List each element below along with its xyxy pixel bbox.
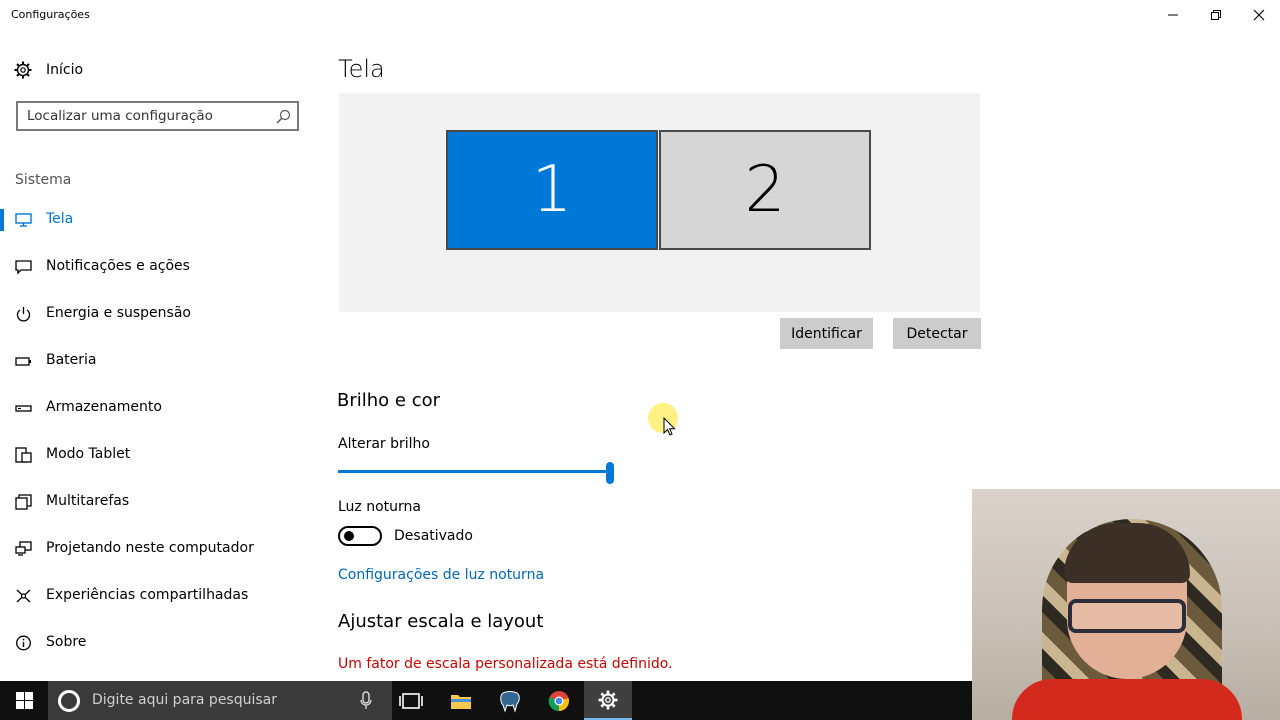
webcam-glasses (1068, 599, 1186, 633)
sidebar-item-bateria[interactable]: Bateria (0, 341, 320, 381)
elephant-app-button[interactable] (486, 681, 534, 720)
toggle-knob (344, 531, 354, 541)
sidebar-item-label: Modo Tablet (46, 446, 131, 462)
task-view-icon (399, 692, 423, 709)
cortana-icon (58, 690, 80, 712)
mouse-cursor-icon (663, 417, 676, 436)
webcam-overlay (972, 489, 1280, 720)
sidebar-item-label: Sobre (46, 634, 87, 650)
settings-taskbar-button[interactable] (584, 681, 632, 720)
sidebar-item-sobre[interactable]: Sobre (0, 623, 320, 663)
sidebar-item-projetando[interactable]: Projetando neste computador (0, 529, 320, 569)
section-label: Sistema (15, 172, 72, 188)
sidebar-item-label: Armazenamento (46, 399, 162, 415)
sidebar-item-label: Tela (46, 211, 74, 227)
sidebar-item-tela[interactable]: Tela (0, 200, 320, 240)
settings-gear-icon (598, 690, 618, 709)
detect-button[interactable]: Detectar (893, 318, 981, 349)
sidebar-item-notificacoes[interactable]: Notificações e ações (0, 247, 320, 287)
file-explorer-icon (451, 694, 471, 709)
sidebar-item-label: Experiências compartilhadas (46, 587, 249, 603)
app-title: Configurações (11, 8, 90, 21)
microphone-icon[interactable] (359, 691, 373, 711)
sidebar-item-label: Notificações e ações (46, 258, 190, 274)
chrome-icon (548, 690, 569, 711)
restore-button[interactable] (1194, 0, 1238, 30)
scale-heading: Ajustar escala e layout (338, 611, 544, 632)
minimize-icon (1168, 14, 1178, 16)
multitask-icon (15, 494, 32, 510)
shared-icon (16, 589, 31, 603)
search-icon[interactable] (276, 109, 291, 124)
sidebar-item-modo-tablet[interactable]: Modo Tablet (0, 435, 320, 475)
sidebar-item-experiencias[interactable]: Experiências compartilhadas (0, 576, 320, 616)
power-icon (16, 307, 31, 322)
sidebar-item-label: Projetando neste computador (46, 540, 254, 556)
close-icon (1253, 9, 1265, 21)
minimize-button[interactable] (1151, 0, 1195, 30)
tablet-icon (15, 447, 32, 463)
start-button[interactable] (0, 681, 48, 720)
sidebar-item-label: Multitarefas (46, 493, 130, 509)
windows-logo-icon (15, 692, 33, 709)
sidebar-item-label: Bateria (46, 352, 97, 368)
night-light-settings-link[interactable]: Configurações de luz noturna (338, 567, 544, 583)
close-button[interactable] (1237, 0, 1280, 30)
brightness-heading: Brilho e cor (337, 390, 440, 411)
info-icon (16, 635, 31, 651)
title-bar: Configurações (0, 0, 1280, 32)
sidebar-item-armazenamento[interactable]: Armazenamento (0, 388, 320, 428)
project-icon (15, 541, 32, 556)
notification-icon (15, 260, 32, 275)
sidebar-item-multitarefas[interactable]: Multitarefas (0, 482, 320, 522)
home-label: Início (46, 62, 84, 78)
brightness-slider-track[interactable] (338, 470, 610, 473)
file-explorer-button[interactable] (437, 681, 485, 720)
monitor-icon (15, 213, 32, 227)
monitor-1[interactable]: 1 (446, 130, 658, 250)
brightness-slider-thumb[interactable] (606, 462, 614, 484)
night-light-label: Luz noturna (338, 499, 421, 515)
night-light-toggle[interactable] (338, 526, 382, 546)
night-light-state: Desativado (394, 528, 473, 544)
webcam-shirt (1012, 679, 1242, 720)
page-title: Tela (338, 55, 385, 83)
monitor-2[interactable]: 2 (659, 130, 871, 250)
sidebar-item-energia[interactable]: Energia e suspensão (0, 294, 320, 334)
chrome-button[interactable] (535, 681, 583, 720)
task-view-button[interactable] (387, 681, 435, 720)
battery-icon (15, 357, 31, 366)
home-link[interactable]: Início (0, 55, 300, 87)
restore-icon (1211, 10, 1221, 20)
taskbar-search-box[interactable]: Digite aqui para pesquisar (48, 681, 392, 720)
settings-search-input[interactable]: Localizar uma configuração (16, 101, 299, 131)
search-placeholder: Localizar uma configuração (27, 108, 213, 124)
taskbar-search-placeholder: Digite aqui para pesquisar (92, 692, 278, 708)
sidebar-item-label: Energia e suspensão (46, 305, 191, 321)
elephant-app-icon (500, 690, 520, 713)
gear-icon (14, 61, 32, 79)
identify-button[interactable]: Identificar (780, 318, 873, 349)
scale-warning: Um fator de escala personalizada está de… (338, 656, 673, 672)
brightness-label: Alterar brilho (338, 436, 430, 452)
storage-icon (15, 405, 32, 412)
